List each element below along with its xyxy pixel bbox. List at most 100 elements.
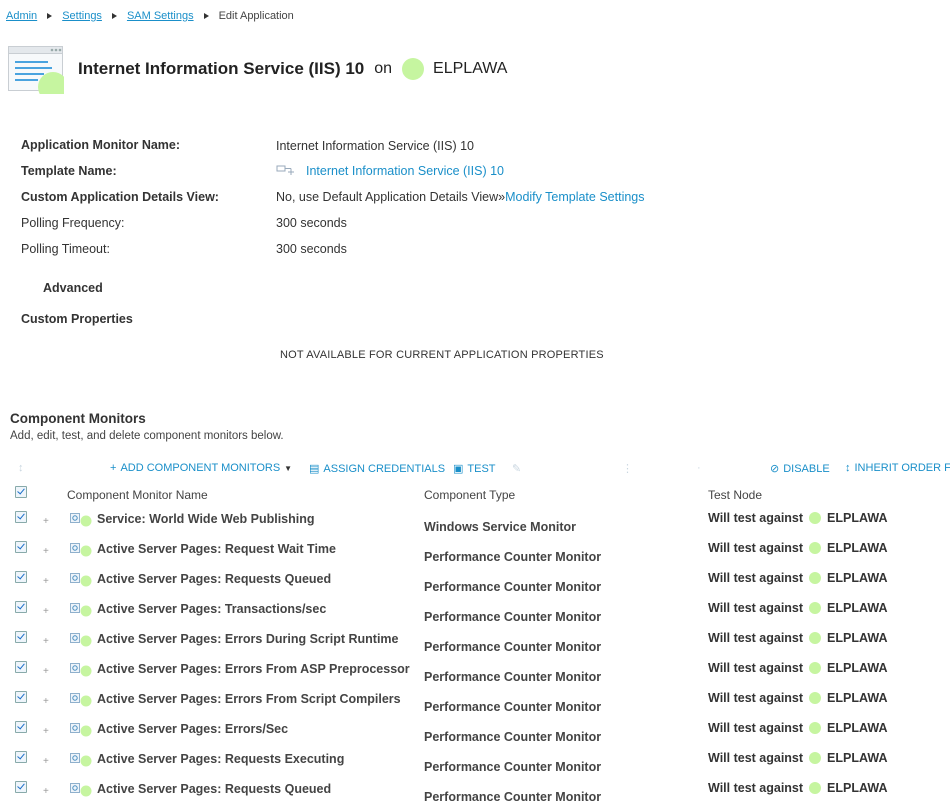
row-checkbox[interactable] [15,661,27,673]
test-node: Will test against ELPLAWA [708,511,887,525]
table-row[interactable]: + Active Server Pages: Requests Executing… [0,745,950,775]
breadcrumb-settings[interactable]: Settings [62,10,102,22]
component-type: Performance Counter Monitor [424,760,601,774]
table-row[interactable]: + Active Server Pages: Requests Queued Per… [0,565,950,595]
add-component-monitors-button[interactable]: + ADD COMPONENT MONITORS ▼ [110,462,292,474]
monitor-name-label: Application Monitor Name: [21,138,180,152]
expand-row-icon[interactable]: + [43,666,49,677]
row-checkbox[interactable] [15,511,27,523]
test-node-name[interactable]: ELPLAWA [827,781,887,795]
node-name[interactable]: ELPLAWA [433,60,507,78]
component-name[interactable]: Active Server Pages: Request Wait Time [97,542,336,556]
expand-row-icon[interactable]: + [43,636,49,647]
test-node-name[interactable]: ELPLAWA [827,601,887,615]
inherit-order-button[interactable]: ↕ INHERIT ORDER F [845,462,950,474]
page-title: Internet Information Service (IIS) 10 on… [78,58,507,80]
template-link[interactable]: Internet Information Service (IIS) 10 [306,164,504,178]
test-node-name[interactable]: ELPLAWA [827,751,887,765]
row-checkbox[interactable] [15,631,27,643]
component-monitor-icon [70,783,92,797]
delete-icon[interactable]: ⋮ [622,462,633,475]
table-row[interactable]: +Active Server Pages: Transactions/secPe… [0,595,950,625]
expand-row-icon[interactable]: + [43,606,49,617]
test-node: Will test againstELPLAWA [708,571,887,585]
expand-row-icon[interactable]: + [43,546,49,557]
expand-row-icon[interactable]: + [43,516,49,527]
test-node-name[interactable]: ELPLAWA [827,661,887,675]
expand-row-icon[interactable]: + [43,786,49,797]
test-node-name[interactable]: ELPLAWA [827,721,887,735]
row-checkbox[interactable] [15,751,27,763]
expand-row-icon[interactable]: + [43,726,49,737]
node-status-icon [809,512,821,524]
table-row[interactable]: +Service: World Wide Web PublishingWindo… [0,505,950,535]
row-checkbox[interactable] [15,721,27,733]
component-monitor-icon [70,573,92,587]
test-icon: ▣ [453,462,463,475]
not-available-message: NOT AVAILABLE FOR CURRENT APPLICATION PR… [280,349,604,361]
component-name[interactable]: Active Server Pages: Errors From ASP Pre… [97,662,410,676]
component-type: Performance Counter Monitor [424,790,601,804]
test-node-name[interactable]: ELPLAWA [827,571,887,585]
expand-row-icon[interactable]: + [43,576,49,587]
advanced-toggle[interactable]: Advanced [43,281,103,295]
application-icon [8,46,64,94]
plus-icon: + [110,462,116,474]
expand-row-icon[interactable]: + [43,756,49,767]
row-checkbox[interactable] [15,571,27,583]
expand-row-icon[interactable]: + [43,696,49,707]
test-button[interactable]: ▣ TEST [453,462,496,475]
assign-credentials-button[interactable]: ▤ ASSIGN CREDENTIALS [309,462,445,475]
disable-button[interactable]: ⊘ DISABLE [770,462,830,475]
row-checkbox[interactable] [15,781,27,793]
expand-all-icon[interactable]: ↕ [18,462,24,474]
assign-credentials-label: ASSIGN CREDENTIALS [323,463,445,475]
test-node-name[interactable]: ELPLAWA [827,691,887,705]
template-icon [276,165,300,177]
row-checkbox[interactable] [15,691,27,703]
table-row[interactable]: + Active Server Pages: Requests Queued Per… [0,775,950,805]
select-all-checkbox[interactable] [15,486,27,498]
component-name[interactable]: Service: World Wide Web Publishing [97,512,315,526]
modify-template-settings-link[interactable]: Modify Template Settings [505,190,644,204]
component-name[interactable]: Active Server Pages: Requests Queued [97,572,331,586]
test-node-name[interactable]: ELPLAWA [827,541,887,555]
node-status-icon [402,58,424,80]
component-toolbar: ↕ + ADD COMPONENT MONITORS ▼ ▤ ASSIGN CR… [0,460,950,478]
column-header-name[interactable]: Component Monitor Name [67,488,208,502]
test-node-name[interactable]: ELPLAWA [827,631,887,645]
polling-timeout-label: Polling Timeout: [21,242,110,256]
component-monitor-icon [70,543,92,557]
component-name[interactable]: Active Server Pages: Errors From Script … [97,692,401,706]
row-checkbox[interactable] [15,541,27,553]
row-checkbox[interactable] [15,601,27,613]
component-name[interactable]: Active Server Pages: Requests Executing [97,752,344,766]
table-row[interactable]: + Active Server Pages: Errors During Scri… [0,625,950,655]
node-status-icon [809,632,821,644]
test-node-label: Will test against [708,541,803,555]
test-node-label: Will test against [708,511,803,525]
component-type: Performance Counter Monitor [424,580,601,594]
table-row[interactable]: + Active Server Pages: Errors From Script… [0,685,950,715]
test-node-name[interactable]: ELPLAWA [827,511,887,525]
breadcrumb-admin[interactable]: Admin [6,10,37,22]
breadcrumb-sam-settings[interactable]: SAM Settings [127,10,194,22]
component-name[interactable]: Active Server Pages: Errors/Sec [97,722,288,736]
component-monitors-title: Component Monitors [10,411,146,426]
component-name[interactable]: Active Server Pages: Errors During Scrip… [97,632,398,646]
details-view-row: No, use Default Application Details View… [276,190,645,204]
table-row[interactable]: +Active Server Pages: Request Wait TimeP… [0,535,950,565]
component-monitor-icon [70,753,92,767]
test-node-label: Will test against [708,691,803,705]
component-name[interactable]: Active Server Pages: Requests Queued [97,782,331,796]
component-name[interactable]: Active Server Pages: Transactions/sec [97,602,326,616]
column-header-type[interactable]: Component Type [424,488,515,502]
column-header-test-node[interactable]: Test Node [708,488,762,502]
multi-edit-icon[interactable]: ✎ [512,462,521,475]
enable-icon[interactable]: · [697,462,701,474]
application-title: Internet Information Service (IIS) 10 [78,59,364,79]
table-row[interactable]: + Active Server Pages: Errors From ASP Pr… [0,655,950,685]
table-row[interactable]: +Active Server Pages: Errors/SecPerforma… [0,715,950,745]
test-node: Will test against ELPLAWA [708,691,887,705]
test-node-label: Will test against [708,751,803,765]
